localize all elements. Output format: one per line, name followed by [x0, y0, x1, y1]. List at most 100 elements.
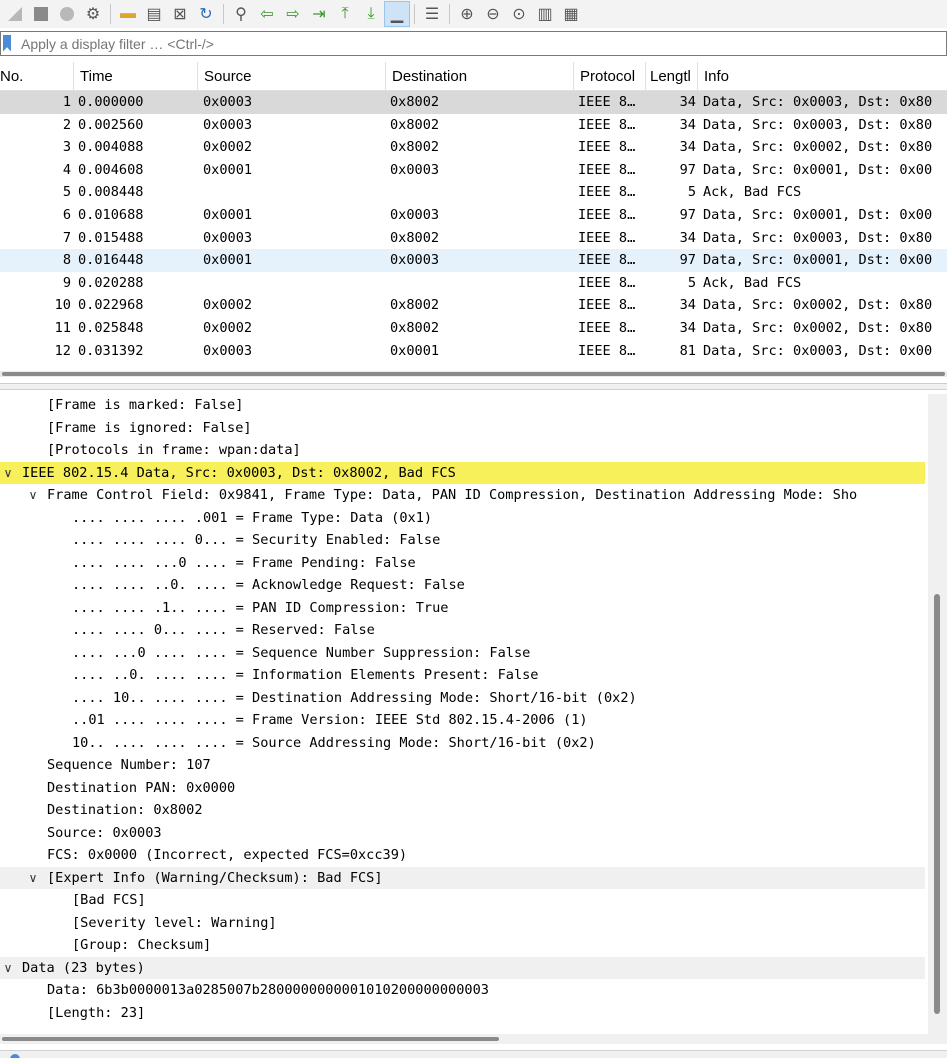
detail-line[interactable]: .... ..0. .... .... = Information Elemen… — [0, 664, 925, 687]
packet-row[interactable]: 5 0.008448 IEEE 8… 5 Ack, Bad FCS — [0, 181, 947, 204]
detail-line-text: .... .... .... 0... = Security Enabled: … — [72, 532, 441, 548]
packet-list-horizontal-scrollbar[interactable] — [0, 371, 947, 377]
detail-line[interactable]: .... ...0 .... .... = Sequence Number Su… — [0, 642, 925, 665]
zoom-out-icon[interactable]: ⊖ — [480, 1, 506, 27]
detail-line-text: .... .... 0... .... = Reserved: False — [72, 622, 375, 638]
packet-cell-len: 34 — [679, 297, 696, 314]
detail-line[interactable]: .... .... 0... .... = Reserved: False — [0, 619, 925, 642]
packet-cell-src: 0x0003 — [203, 116, 253, 133]
bookmark-icon[interactable] — [3, 35, 13, 53]
detail-line[interactable]: [Bad FCS] — [0, 889, 925, 912]
colorize-icon[interactable]: ☰ — [419, 1, 445, 27]
detail-line[interactable]: Data: 6b3b0000013a0285007b28000000000010… — [0, 979, 925, 1002]
detail-line[interactable]: [Severity level: Warning] — [0, 912, 925, 935]
capture-options-icon[interactable]: ⚙ — [80, 1, 106, 27]
packet-cell-info: Data, Src: 0x0002, Dst: 0x80 — [703, 319, 933, 336]
detail-line-text: [Bad FCS] — [72, 892, 146, 908]
packet-row[interactable]: 11 0.025848 0x0002 0x8002 IEEE 8… 34 Data, Src… — [0, 317, 947, 340]
go-last-icon[interactable]: ⤓ — [358, 1, 384, 27]
go-first-icon[interactable]: ⤒ — [332, 1, 358, 27]
packet-cell-len: 34 — [679, 139, 696, 156]
stop-capture-icon[interactable] — [28, 1, 54, 27]
packet-cell-proto: IEEE 8… — [578, 297, 636, 314]
packet-row[interactable]: 9 0.020288 IEEE 8… 5 Ack, Bad FCS — [0, 272, 947, 295]
detail-line[interactable]: ∨ [Expert Info (Warning/Checksum): Bad FC… — [0, 866, 925, 890]
detail-line[interactable]: [Frame is marked: False] — [0, 394, 925, 417]
layout-icon[interactable]: ▦ — [558, 1, 584, 27]
column-header-time[interactable]: Time — [74, 62, 198, 91]
shark-fin-start-icon[interactable] — [2, 1, 28, 27]
scrollbar-thumb[interactable] — [2, 1037, 499, 1041]
packet-cell-src: 0x0002 — [203, 297, 253, 314]
scrollbar-thumb[interactable] — [2, 372, 945, 376]
packet-cell-time: 0.004088 — [78, 139, 144, 156]
open-file-icon[interactable]: ▬ — [115, 1, 141, 27]
packet-cell-proto: IEEE 8… — [578, 184, 636, 201]
packet-row[interactable]: 2 0.002560 0x0003 0x8002 IEEE 8… 34 Data, Src:… — [0, 114, 947, 137]
packet-row[interactable]: 7 0.015488 0x0003 0x8002 IEEE 8… 34 Data, Src:… — [0, 227, 947, 250]
detail-line[interactable]: Sequence Number: 107 — [0, 754, 925, 777]
detail-line[interactable]: .... .... ..0. .... = Acknowledge Reques… — [0, 574, 925, 597]
column-header-destination[interactable]: Destination — [386, 62, 574, 91]
detail-line[interactable]: Destination PAN: 0x0000 — [0, 777, 925, 800]
packet-cell-time: 0.020288 — [78, 274, 144, 291]
detail-line[interactable]: ∨ Data (23 bytes) — [0, 956, 925, 980]
detail-line[interactable]: ∨ Frame Control Field: 0x9841, Frame Type… — [0, 484, 925, 507]
go-back-icon[interactable]: ⇦ — [254, 1, 280, 27]
detail-line[interactable]: .... .... ...0 .... = Frame Pending: Fal… — [0, 552, 925, 575]
detail-line[interactable]: 10.. .... .... .... = Source Addressing … — [0, 732, 925, 755]
column-header-info[interactable]: Info — [698, 62, 947, 91]
reload-file-icon[interactable]: ↻ — [193, 1, 219, 27]
packet-row[interactable]: 8 0.016448 0x0001 0x0003 IEEE 8… 97 Data, Src:… — [0, 249, 947, 272]
go-forward-icon[interactable]: ⇨ — [280, 1, 306, 27]
detail-line[interactable]: [Group: Checksum] — [0, 934, 925, 957]
column-header-no[interactable]: No. — [0, 62, 74, 91]
restart-capture-icon[interactable] — [54, 1, 80, 27]
chevron-down-icon[interactable]: ∨ — [25, 484, 41, 507]
detail-line[interactable]: .... .... .... .001 = Frame Type: Data (… — [0, 507, 925, 530]
scrollbar-thumb[interactable] — [934, 594, 940, 1014]
chevron-down-icon[interactable]: ∨ — [0, 957, 16, 980]
detail-line[interactable]: [Frame is ignored: False] — [0, 417, 925, 440]
chevron-down-icon[interactable]: ∨ — [0, 462, 16, 485]
go-to-packet-icon[interactable]: ⇥ — [306, 1, 332, 27]
packet-cell-info: Data, Src: 0x0002, Dst: 0x80 — [703, 139, 933, 156]
detail-line[interactable]: ∨ IEEE 802.15.4 Data, Src: 0x0003, Dst: 0… — [0, 461, 925, 485]
zoom-normal-icon[interactable]: ⊙ — [506, 1, 532, 27]
pane-splitter[interactable] — [0, 383, 947, 390]
save-file-icon[interactable]: ▤ — [141, 1, 167, 27]
close-file-icon[interactable]: ⊠ — [167, 1, 193, 27]
detail-line[interactable]: ..01 .... .... .... = Frame Version: IEE… — [0, 709, 925, 732]
zoom-in-icon[interactable]: ⊕ — [454, 1, 480, 27]
chevron-down-icon[interactable]: ∨ — [25, 867, 41, 890]
column-header-length[interactable]: Lengtl — [646, 62, 698, 91]
column-header-source[interactable]: Source — [198, 62, 386, 91]
detail-line[interactable]: FCS: 0x0000 (Incorrect, expected FCS=0xc… — [0, 844, 925, 867]
packet-row[interactable]: 10 0.022968 0x0002 0x8002 IEEE 8… 34 Data, Src… — [0, 294, 947, 317]
detail-line[interactable]: .... 10.. .... .... = Destination Addres… — [0, 687, 925, 710]
detail-line[interactable]: .... .... .... 0... = Security Enabled: … — [0, 529, 925, 552]
detail-line[interactable]: [Protocols in frame: wpan:data] — [0, 439, 925, 462]
packet-row[interactable]: 3 0.004088 0x0002 0x8002 IEEE 8… 34 Data, Src:… — [0, 136, 947, 159]
packet-cell-len: 5 — [687, 274, 696, 291]
display-filter-input[interactable] — [21, 35, 921, 52]
details-horizontal-scrollbar[interactable] — [0, 1034, 947, 1044]
details-vertical-scrollbar[interactable] — [928, 394, 947, 1034]
find-packet-icon[interactable]: ⚲ — [228, 1, 254, 27]
toolbar-separator — [110, 4, 111, 24]
packet-row[interactable]: 4 0.004608 0x0001 0x0003 IEEE 8… 97 Data, Src:… — [0, 159, 947, 182]
column-header-protocol[interactable]: Protocol — [574, 62, 646, 91]
packet-cell-no: 1 — [62, 94, 71, 110]
packet-row[interactable]: 1 0.000000 0x0003 0x8002 IEEE 8… 34 Data, Src:… — [0, 91, 947, 114]
detail-line[interactable]: .... .... .1.. .... = PAN ID Compression… — [0, 597, 925, 620]
packet-cell-no: 8 — [62, 252, 71, 269]
autoscroll-icon[interactable]: ▁ — [384, 1, 410, 27]
packet-row[interactable]: 6 0.010688 0x0001 0x0003 IEEE 8… 97 Data, Src:… — [0, 204, 947, 227]
packet-row[interactable]: 12 0.031392 0x0003 0x0001 IEEE 8… 81 Data, Src… — [0, 340, 947, 363]
detail-line[interactable]: Destination: 0x8002 — [0, 799, 925, 822]
detail-line[interactable]: [Length: 23] — [0, 1002, 925, 1025]
packet-cell-info: Ack, Bad FCS — [703, 184, 802, 201]
detail-line-text: .... .... .1.. .... = PAN ID Compression… — [72, 599, 449, 616]
resize-columns-icon[interactable]: ▥ — [532, 1, 558, 27]
detail-line[interactable]: Source: 0x0003 — [0, 822, 925, 845]
